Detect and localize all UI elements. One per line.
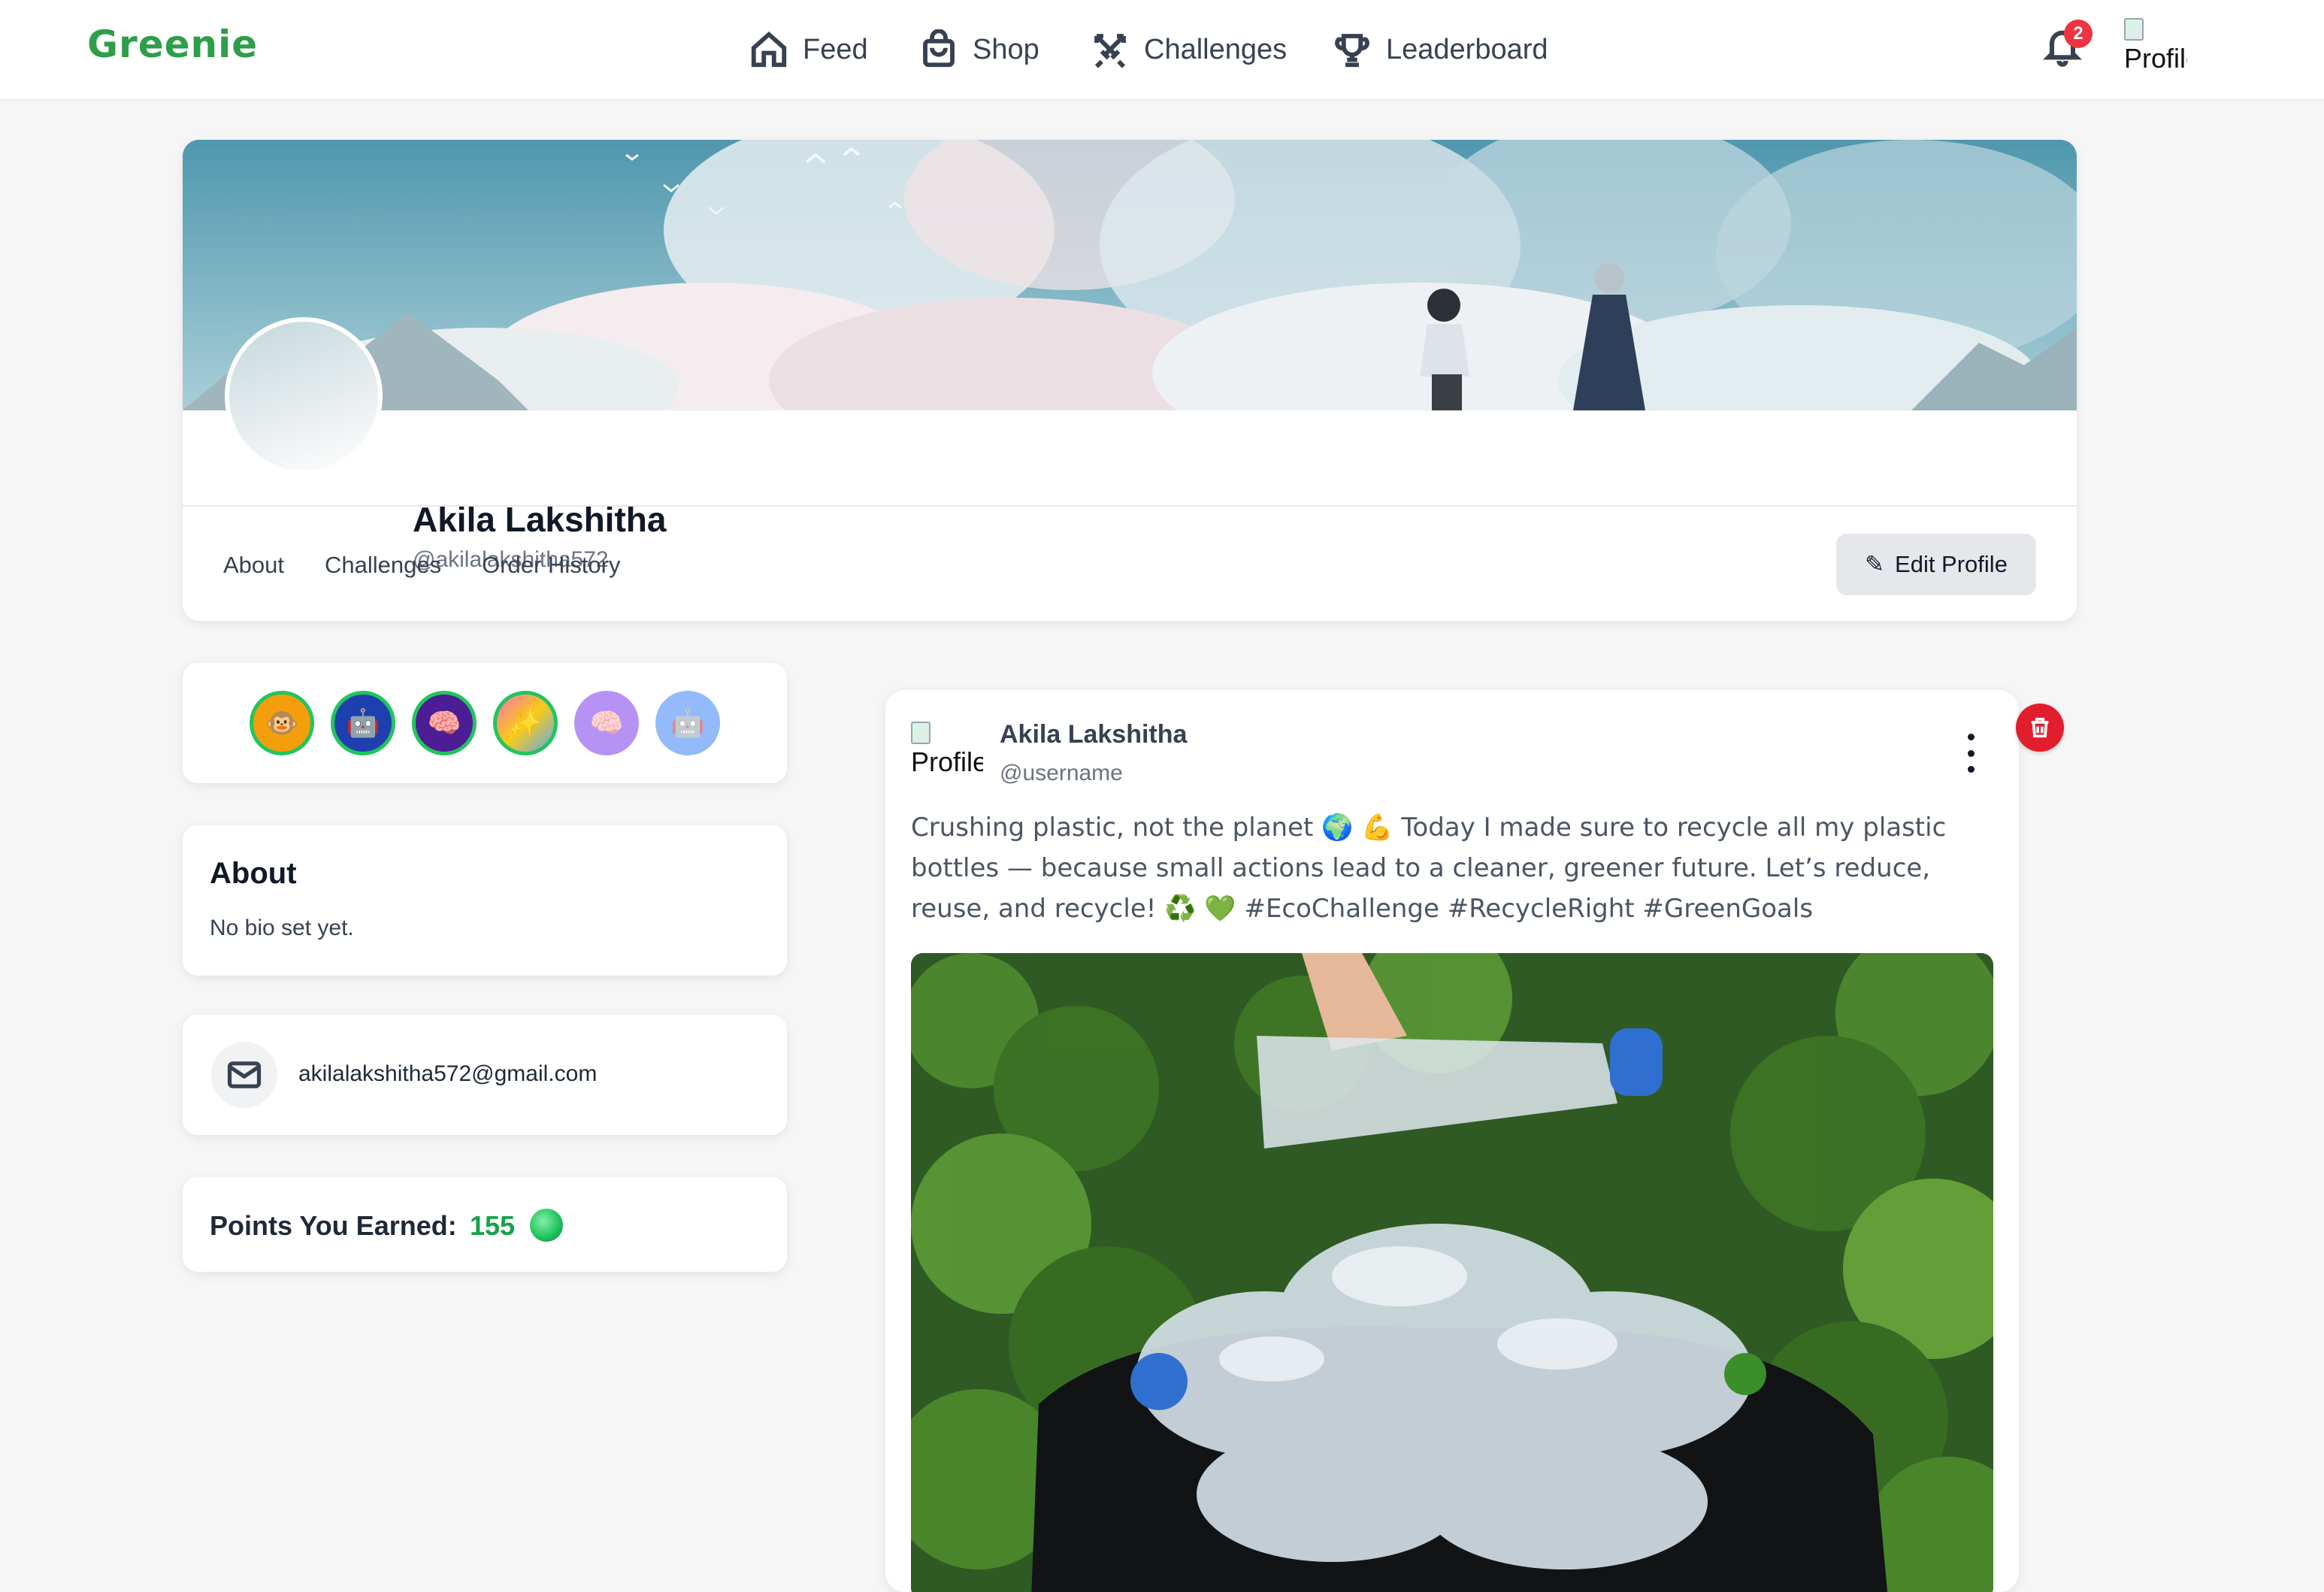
about-bio: No bio set yet.: [210, 916, 354, 940]
nav-leaderboard-label: Leaderboard: [1386, 33, 1548, 65]
points-label: Points You Earned:: [210, 1210, 457, 1241]
profile-tabs: About Challenges Order History: [223, 552, 620, 579]
profile-header-card: Akila Lakshitha @akilalakshitha572 About…: [183, 140, 2077, 621]
post-text: Crushing plastic, not the planet 🌍 💪 Tod…: [911, 813, 1947, 924]
tab-challenges[interactable]: Challenges: [325, 552, 441, 579]
brand-logo[interactable]: Greenie: [87, 23, 258, 66]
nav-challenges[interactable]: Challenges: [1090, 23, 1287, 77]
header-divider: [183, 505, 2077, 507]
tab-order-history[interactable]: Order History: [482, 552, 620, 579]
avatar-alt-text: Profile: [2124, 43, 2187, 74]
badge-emoji: 🐵: [265, 707, 299, 738]
post-card: Profile Akila Lakshitha @username Crushi…: [885, 690, 2019, 1592]
email-icon-wrap: [211, 1042, 277, 1108]
post-options-icon[interactable]: [1963, 734, 1978, 773]
post-author-avatar[interactable]: Profile: [911, 722, 983, 794]
badges-card: 🐵 🤖 🧠 ✨ 🧠 🤖: [183, 663, 787, 783]
profile-avatar[interactable]: [225, 317, 383, 475]
email-card: akilalakshitha572@gmail.com: [183, 1015, 787, 1135]
post-image[interactable]: [911, 953, 1993, 1592]
pencil-icon: ✎: [1865, 551, 1885, 577]
monkey-badge[interactable]: 🐵: [250, 691, 314, 755]
mail-icon: [227, 1061, 262, 1088]
robot-badge[interactable]: 🤖: [331, 691, 395, 755]
nav-shop[interactable]: Shop: [918, 23, 1039, 77]
nav-leaderboard[interactable]: Leaderboard: [1332, 23, 1548, 77]
post-author-name[interactable]: Akila Lakshitha: [1000, 720, 1187, 749]
badge-emoji: 🤖: [670, 707, 705, 738]
brain-badge[interactable]: 🧠: [412, 691, 477, 755]
recycling-bottles-photo: [911, 953, 1993, 1592]
brain-badge-locked[interactable]: 🧠: [574, 691, 639, 755]
delete-post-button[interactable]: [2016, 704, 2064, 752]
home-icon: [751, 31, 787, 68]
points-value: 155: [470, 1210, 516, 1241]
top-navbar: Greenie Feed Shop Challenges Leaderboard…: [0, 0, 2324, 101]
trophy-icon: [1335, 34, 1369, 68]
edit-profile-button[interactable]: ✎ Edit Profile: [1836, 534, 2036, 595]
points-card: Points You Earned: 155: [183, 1177, 787, 1272]
nav-shop-label: Shop: [973, 33, 1039, 65]
cover-image: [183, 140, 2077, 410]
green-coin-icon: [530, 1209, 563, 1242]
cover-illustration: [183, 140, 2077, 410]
trash-icon: [2031, 717, 2049, 738]
user-avatar-menu[interactable]: Profile: [2124, 18, 2187, 77]
badge-emoji: ✨: [508, 707, 543, 738]
crossed-swords-icon: [1094, 34, 1126, 68]
notification-count-badge: 2: [2064, 20, 2093, 48]
broken-image-icon: [2124, 18, 2144, 41]
about-title: About: [210, 857, 297, 890]
edit-profile-label: Edit Profile: [1895, 551, 2008, 577]
email-address[interactable]: akilalakshitha572@gmail.com: [298, 1061, 597, 1087]
nav-feed[interactable]: Feed: [749, 23, 868, 77]
about-card: About No bio set yet.: [183, 825, 787, 976]
robot-badge-locked[interactable]: 🤖: [655, 691, 720, 755]
post-username: @username: [1000, 761, 1123, 785]
nav-challenges-label: Challenges: [1144, 33, 1288, 65]
nav-feed-label: Feed: [803, 33, 868, 65]
yolo-badge[interactable]: ✨: [493, 691, 558, 755]
broken-image-icon: [911, 722, 931, 744]
shopping-bag-icon: [923, 29, 955, 68]
badge-emoji: 🤖: [346, 707, 380, 738]
badge-emoji: 🧠: [589, 707, 624, 738]
post-avatar-alt-text: Profile: [911, 746, 983, 777]
tab-about[interactable]: About: [223, 552, 284, 579]
badge-emoji: 🧠: [427, 707, 461, 738]
